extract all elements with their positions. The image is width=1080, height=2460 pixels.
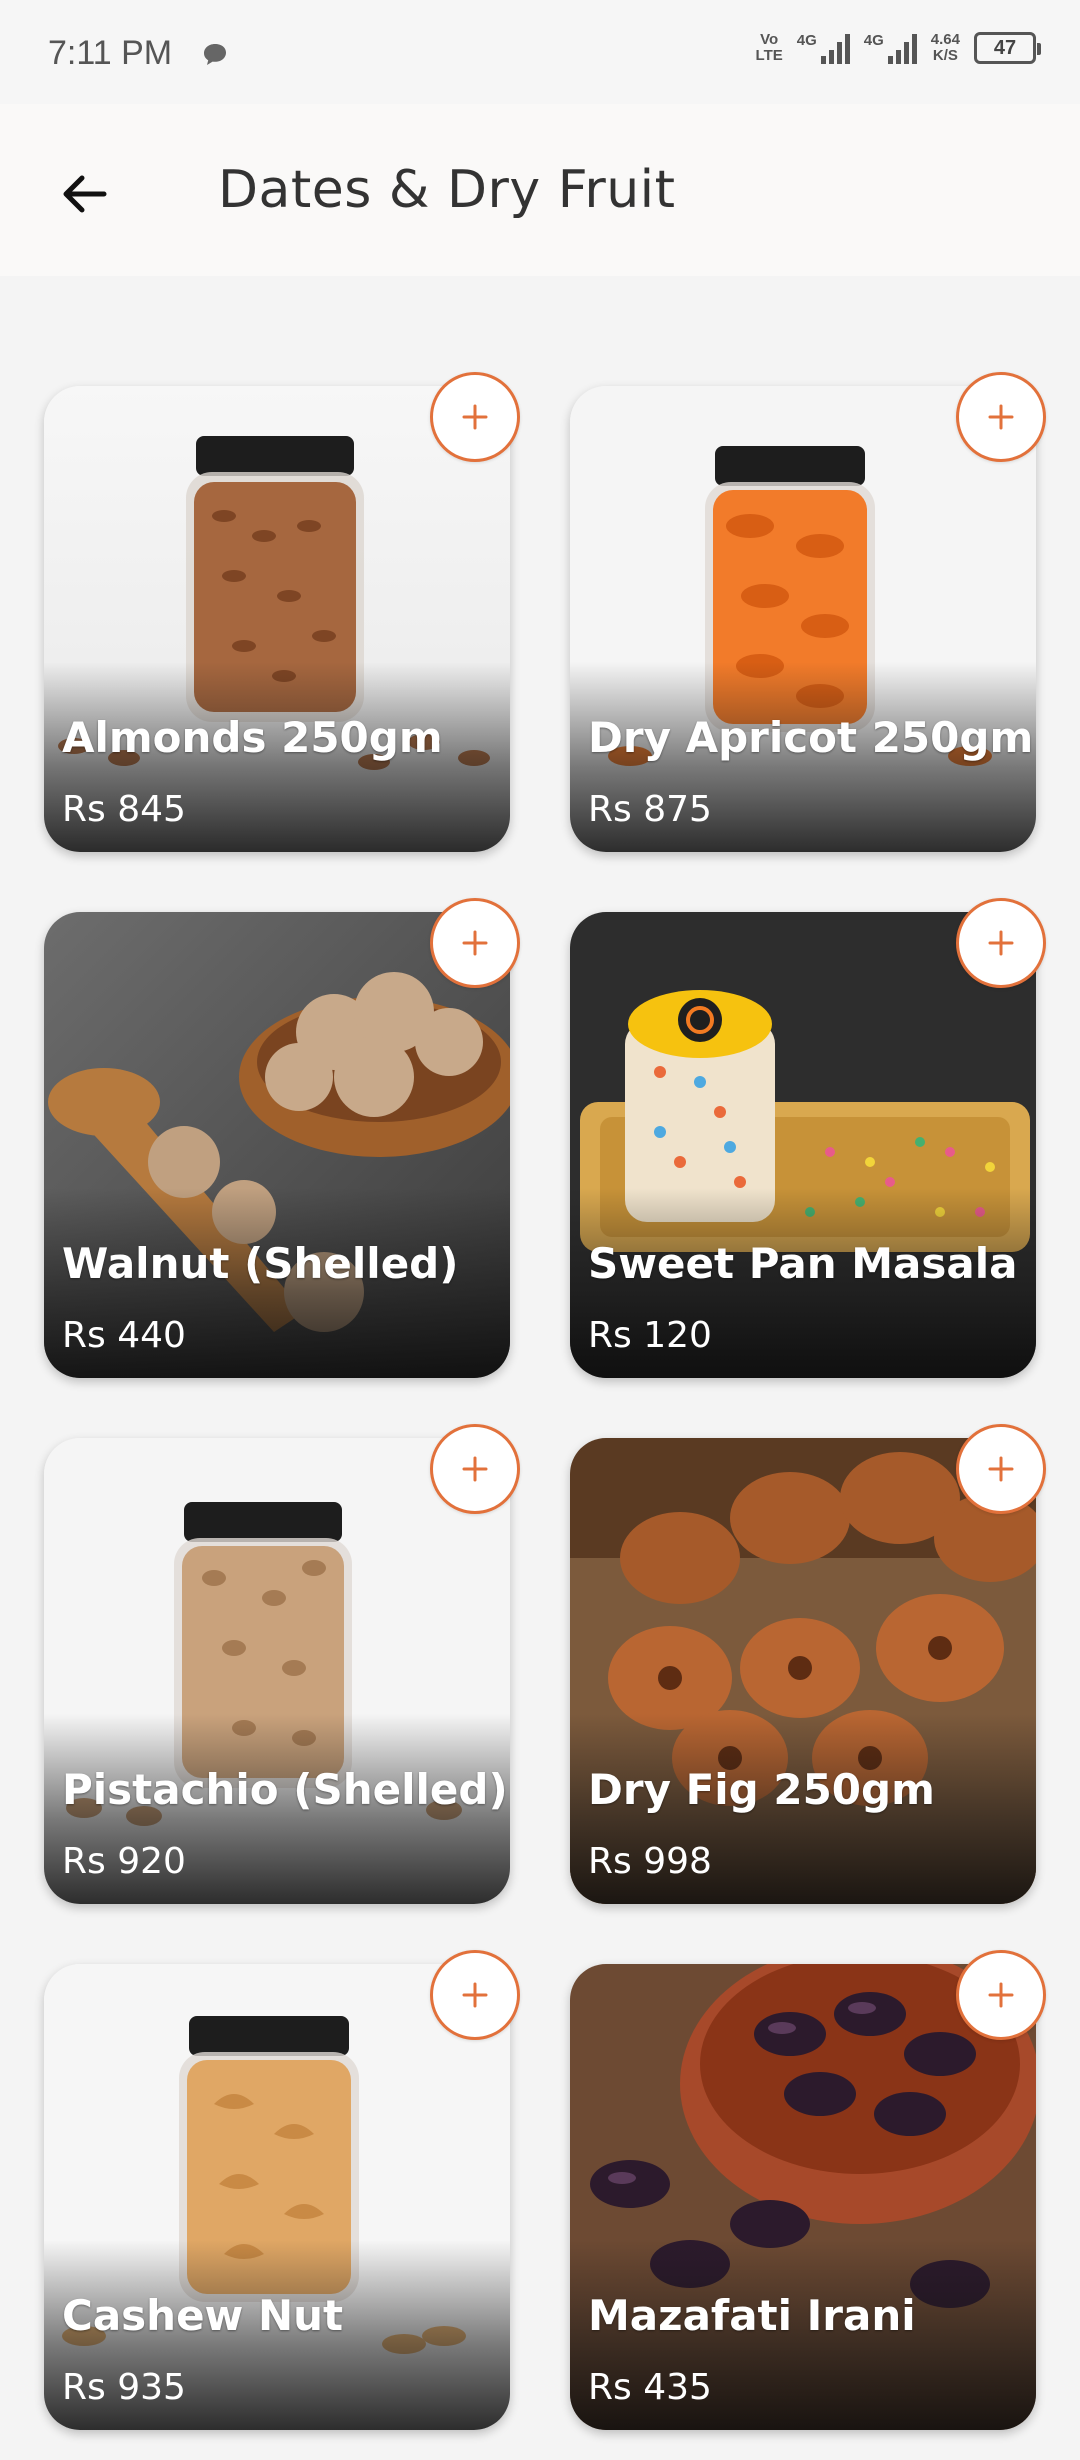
status-bar: 7:11 PM Vo LTE 4G 4G 4.64 K/S 47	[0, 0, 1080, 104]
plus-icon	[462, 930, 488, 956]
product-card-walnut[interactable]: Walnut (Shelled) Rs 440	[44, 912, 510, 1378]
product-price: Rs 435	[588, 2367, 712, 2408]
plus-icon	[462, 1456, 488, 1482]
volte-bottom: LTE	[755, 47, 783, 64]
product-name: Mazafati Irani	[588, 2291, 916, 2340]
app-bar: Dates & Dry Fruit	[0, 104, 1080, 276]
product-price: Rs 440	[62, 1315, 186, 1356]
status-time: 7:11 PM	[48, 34, 173, 72]
product-price: Rs 935	[62, 2367, 186, 2408]
status-icons: Vo LTE 4G 4G 4.64 K/S 47	[756, 32, 1041, 64]
product-card-mazafati-irani[interactable]: Mazafati Irani Rs 435	[570, 1964, 1036, 2430]
product-price: Rs 120	[588, 1315, 712, 1356]
plus-icon	[988, 1982, 1014, 2008]
product-card-cashew-nut[interactable]: Cashew Nut Rs 935	[44, 1964, 510, 2430]
product-card-almonds[interactable]: Almonds 250gm Rs 845	[44, 386, 510, 852]
network-speed-unit: K/S	[932, 47, 958, 64]
battery-level: 47	[993, 36, 1017, 59]
plus-icon	[462, 404, 488, 430]
product-price: Rs 920	[62, 1841, 186, 1882]
message-notification-icon	[202, 42, 228, 72]
arrow-left-icon	[63, 175, 107, 213]
plus-icon	[462, 1982, 488, 2008]
add-to-cart-button[interactable]	[956, 1950, 1046, 2040]
plus-icon	[988, 930, 1014, 956]
add-to-cart-button[interactable]	[430, 898, 520, 988]
product-name: Almonds 250gm	[62, 713, 443, 762]
battery-icon: 47	[974, 32, 1041, 64]
sim1-label: 4G	[796, 32, 817, 49]
add-to-cart-button[interactable]	[430, 1950, 520, 2040]
product-price: Rs 875	[588, 789, 712, 830]
page-title: Dates & Dry Fruit	[218, 160, 676, 220]
product-card-dry-apricot[interactable]: Dry Apricot 250gm Rs 875	[570, 386, 1036, 852]
plus-icon	[988, 404, 1014, 430]
product-card-pistachio[interactable]: Pistachio (Shelled) Rs 920	[44, 1438, 510, 1904]
sim2-label: 4G	[863, 32, 884, 49]
volte-icon: Vo LTE	[756, 32, 783, 64]
add-to-cart-button[interactable]	[956, 1424, 1046, 1514]
sim1-signal-icon: 4G	[797, 32, 850, 64]
network-speed-value: 4.64	[930, 31, 960, 48]
product-name: Sweet Pan Masala	[588, 1239, 1018, 1288]
add-to-cart-button[interactable]	[430, 1424, 520, 1514]
product-name: Walnut (Shelled)	[62, 1239, 459, 1288]
sim2-signal-icon: 4G	[864, 32, 917, 64]
product-card-dry-fig[interactable]: Dry Fig 250gm Rs 998	[570, 1438, 1036, 1904]
plus-icon	[988, 1456, 1014, 1482]
product-name: Pistachio (Shelled)	[62, 1765, 508, 1814]
back-button[interactable]	[48, 158, 120, 230]
product-price: Rs 845	[62, 789, 186, 830]
volte-top: Vo	[760, 31, 779, 48]
network-speed: 4.64 K/S	[931, 32, 960, 64]
add-to-cart-button[interactable]	[956, 372, 1046, 462]
product-name: Cashew Nut	[62, 2291, 344, 2340]
add-to-cart-button[interactable]	[956, 898, 1046, 988]
product-card-sweet-pan-masala[interactable]: Sweet Pan Masala Rs 120	[570, 912, 1036, 1378]
add-to-cart-button[interactable]	[430, 372, 520, 462]
product-price: Rs 998	[588, 1841, 712, 1882]
product-name: Dry Fig 250gm	[588, 1765, 935, 1814]
product-name: Dry Apricot 250gm	[588, 713, 1034, 762]
